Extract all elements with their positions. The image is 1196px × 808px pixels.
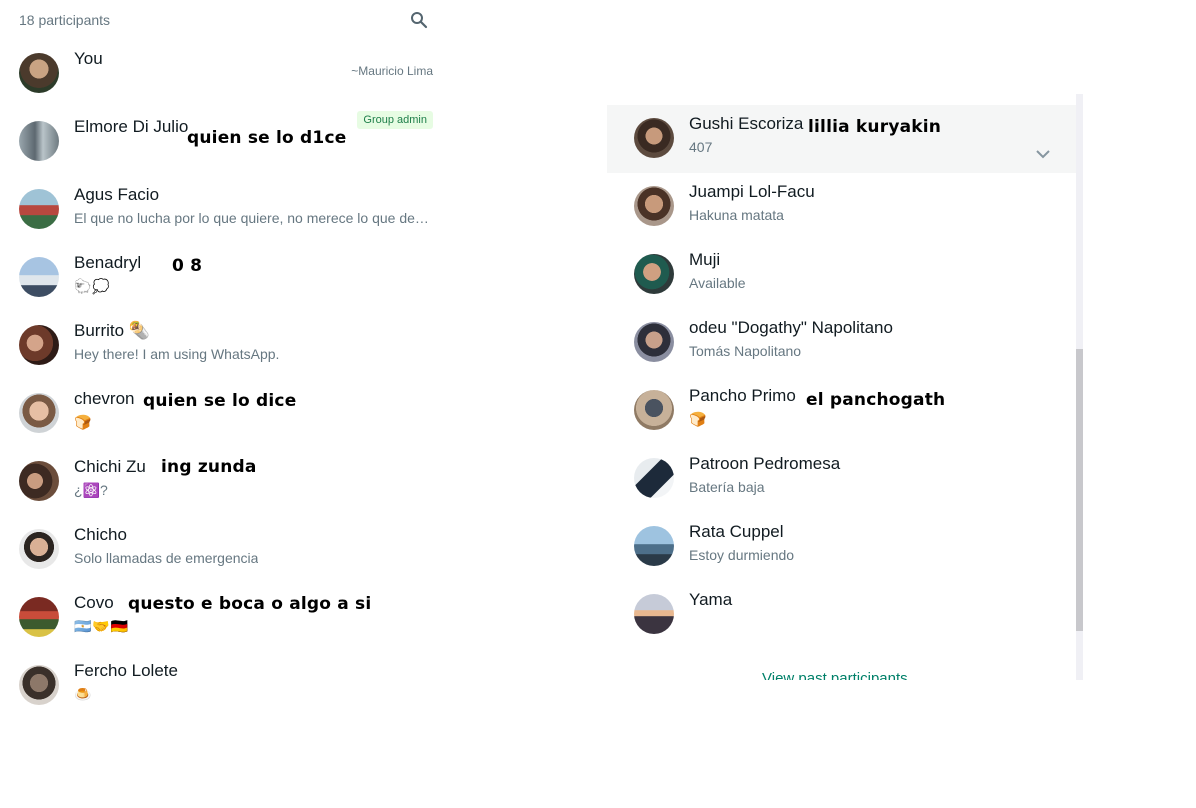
participant-name: Yama [689,590,733,609]
participant-row-gushi[interactable]: Gushi Escoriza 407 lillia kuryakin [607,105,1076,173]
participant-row-fercho[interactable]: Fercho Lolete 🍮 [0,652,450,720]
participant-about: Available [689,275,746,291]
participant-name: odeu "Dogathy" Napolitano [689,318,893,337]
participant-about: Tomás Napolitano [689,343,802,359]
participant-row-you[interactable]: You ~Mauricio Lima [0,40,450,108]
participant-name: Gushi Escoriza [689,114,804,133]
participant-row-pancho[interactable]: Pancho Primo 🍞 el panchogath [607,377,1076,445]
avatar [19,597,59,637]
participant-row-patroon[interactable]: Patroon Pedromesa Batería baja [607,445,1076,513]
participant-name: Benadryl [74,253,142,272]
avatar [634,594,674,634]
participant-name: Chichi Zu [74,457,146,476]
avatar [634,390,674,430]
participant-name: Patroon Pedromesa [689,454,841,473]
avatar [19,189,59,229]
participant-row-chevron[interactable]: chevron 🍞 quien se lo dice [0,380,450,448]
participant-name: Rata Cuppel [689,522,784,541]
avatar [634,118,674,158]
participant-row-muji[interactable]: Muji Available [607,241,1076,309]
participant-name: Muji [689,250,721,269]
participant-about: 🍞 [74,414,92,430]
avatar [19,325,59,365]
participant-about: 🇦🇷🤝🇩🇪 [74,618,130,634]
participant-count: 18 participants [19,12,111,28]
participant-about: El que no lucha por lo que quiere, no me… [74,210,429,226]
avatar [19,393,59,433]
participant-about: Batería baja [689,479,765,495]
participant-about: 407 [689,139,713,155]
participant-name: Elmore Di Julio [74,117,189,136]
participant-row-juampi[interactable]: Juampi Lol-Facu Hakuna matata [607,173,1076,241]
participant-name: Agus Facio [74,185,160,204]
participant-name: Pancho Primo [689,386,796,405]
overlay-text: quien se lo d1ce [187,128,347,148]
participant-row-odeu[interactable]: odeu "Dogathy" Napolitano Tomás Napolita… [607,309,1076,377]
participant-about: 🐑💭 [74,278,111,294]
participant-row-chicho[interactable]: Chicho Solo llamadas de emergencia [0,516,450,584]
overlay-text: ing zunda [161,457,257,477]
avatar [19,665,59,705]
avatar [634,526,674,566]
participants-panel: 18 participants You ~Mauricio Lima Elmor… [0,0,450,720]
avatar [634,458,674,498]
overlay-text: lillia kuryakin [808,117,942,137]
participant-about: Hakuna matata [689,207,784,223]
overlay-text: 0 8 [172,256,203,276]
overlay-text: el panchogath [806,390,946,410]
participant-about: Solo llamadas de emergencia [74,550,259,566]
participant-about: 🍮 [74,686,92,702]
avatar [634,186,674,226]
participant-row-yama[interactable]: Yama [607,581,1076,649]
participant-name: chevron [74,389,135,408]
avatar [19,53,59,93]
participant-name: Chicho [74,525,127,544]
avatar [634,322,674,362]
participant-about: ¿⚛️? [74,482,108,498]
participant-name: Fercho Lolete [74,661,178,680]
avatar [19,461,59,501]
avatar [19,121,59,161]
participant-row-covo[interactable]: Covo 🇦🇷🤝🇩🇪 questo e boca o algo a si [0,584,450,652]
participant-row-benadryl[interactable]: Benadryl 🐑💭 0 8 [0,244,450,312]
participant-name: You [74,49,103,68]
group-admin-badge: Group admin [357,111,433,129]
participant-about: 🍞 [689,411,707,427]
view-past-participants-link[interactable]: View past participants [762,670,908,680]
avatar [634,254,674,294]
participant-name: Burrito 🌯 [74,321,150,340]
participant-row-elmore[interactable]: Elmore Di Julio Group admin quien se lo … [0,108,450,176]
overlay-text: quien se lo dice [143,391,297,411]
search-icon[interactable] [409,10,429,30]
participant-name: Juampi Lol-Facu [689,182,815,201]
participant-row-burrito[interactable]: Burrito 🌯 Hey there! I am using WhatsApp… [0,312,450,380]
participant-name: Covo [74,593,114,612]
participant-row-agus[interactable]: Agus Facio El que no lucha por lo que qu… [0,176,450,244]
participants-list-scroll[interactable]: Gushi Escoriza 407 lillia kuryakin Juamp… [607,94,1083,680]
participants-header: 18 participants [0,0,450,42]
overlay-text: questo e boca o algo a si [128,594,372,614]
participant-row-chichi-zu[interactable]: Chichi Zu ¿⚛️? ing zunda [0,448,450,516]
participant-pushname: ~Mauricio Lima [351,64,433,78]
participant-about: Estoy durmiendo [689,547,795,563]
avatar [19,529,59,569]
participant-row-rata[interactable]: Rata Cuppel Estoy durmiendo [607,513,1076,581]
participant-about: Hey there! I am using WhatsApp. [74,346,280,362]
scrollbar-thumb[interactable] [1076,349,1083,631]
chevron-down-icon[interactable] [1034,145,1052,163]
avatar [19,257,59,297]
